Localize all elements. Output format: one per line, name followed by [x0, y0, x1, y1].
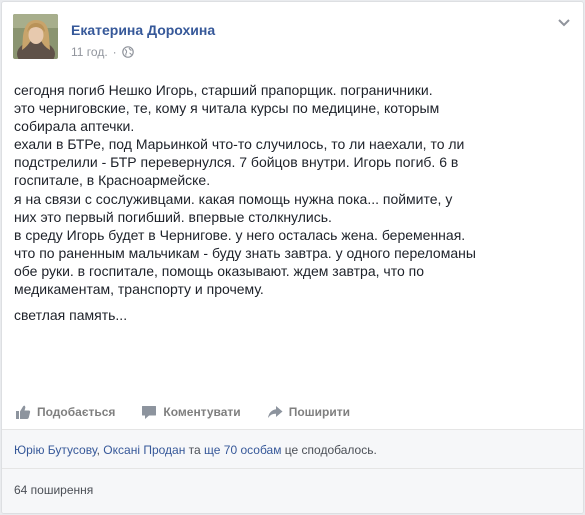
post-text-line: это черниговские, те, кому я читала курс…	[14, 100, 440, 117]
like-button-label: Подобається	[37, 405, 116, 419]
comment-button[interactable]: Коментувати	[141, 404, 241, 420]
meta-separator: ·	[112, 45, 117, 59]
comment-icon	[142, 406, 157, 419]
likes-summary-text: Юрію Бутусову, Оксані Продан та ще 70 ос…	[14, 443, 377, 457]
share-button[interactable]: Поширити	[267, 404, 350, 420]
post-text-line: госпитале, в Красноармейске.	[14, 172, 211, 189]
share-arrow-icon	[267, 406, 283, 418]
thumbs-up-icon	[16, 405, 31, 419]
comment-button-label: Коментувати	[163, 405, 241, 419]
post-card: Екатерина Дорохина 11 год. · сегодня пог…	[1, 1, 584, 514]
likes-summary: Юрію Бутусову, Оксані Продан та ще 70 ос…	[2, 430, 583, 468]
other-likers-link[interactable]: ще 70 особам	[204, 443, 281, 457]
likes-and-text: та	[185, 443, 205, 457]
post-closing-line: светлая память...	[14, 307, 128, 324]
post-text-line: сегодня погиб Нешко Игорь, старший прапо…	[14, 82, 433, 98]
post-text-line: я на связи с сослуживцами. какая помощь …	[14, 190, 453, 207]
liker-link[interactable]: Оксані Продан	[103, 443, 185, 457]
like-button[interactable]: Подобається	[15, 404, 115, 420]
post-text-line: них это первый погибший. впервые столкну…	[14, 208, 332, 225]
author-avatar[interactable]	[13, 14, 58, 59]
liker-link[interactable]: Юрію Бутусову	[14, 443, 97, 457]
shares-count-link[interactable]: 64 поширення	[14, 483, 93, 497]
chevron-down-icon[interactable]	[557, 18, 571, 28]
post-body: сегодня погиб Нешко Игорь, старший прапо…	[14, 81, 574, 324]
post-text-line: что по раненным мальчикам - буду знать з…	[14, 244, 476, 261]
post-text-line: собирала аптечки.	[14, 118, 135, 135]
post-text-line: обе руки. в госпитале, помощь оказывают.…	[14, 262, 424, 279]
post-meta: 11 год. ·	[71, 45, 134, 59]
post-header: Екатерина Дорохина 11 год. ·	[13, 14, 573, 66]
post-text-line: медикаментам, транспорту и прочему.	[14, 281, 264, 298]
avatar-image	[13, 14, 58, 59]
post-timestamp[interactable]: 11 год.	[71, 45, 108, 59]
post-text-line: в среду Игорь будет в Чернигове. у него …	[14, 226, 466, 243]
author-name[interactable]: Екатерина Дорохина	[71, 22, 215, 38]
globe-icon[interactable]	[121, 46, 134, 58]
post-text-line: ехали в БТРе, под Марьинкой что-то случи…	[14, 136, 465, 153]
post-text-line: подстрелили - БТР перевернулся. 7 бойцов…	[14, 154, 459, 171]
post-actions: Подобається Коментувати Поширити	[15, 401, 573, 423]
likes-suffix-text: це сподобалось.	[281, 443, 377, 457]
share-button-label: Поширити	[288, 405, 350, 419]
shares-summary: 64 поширення	[2, 469, 583, 513]
